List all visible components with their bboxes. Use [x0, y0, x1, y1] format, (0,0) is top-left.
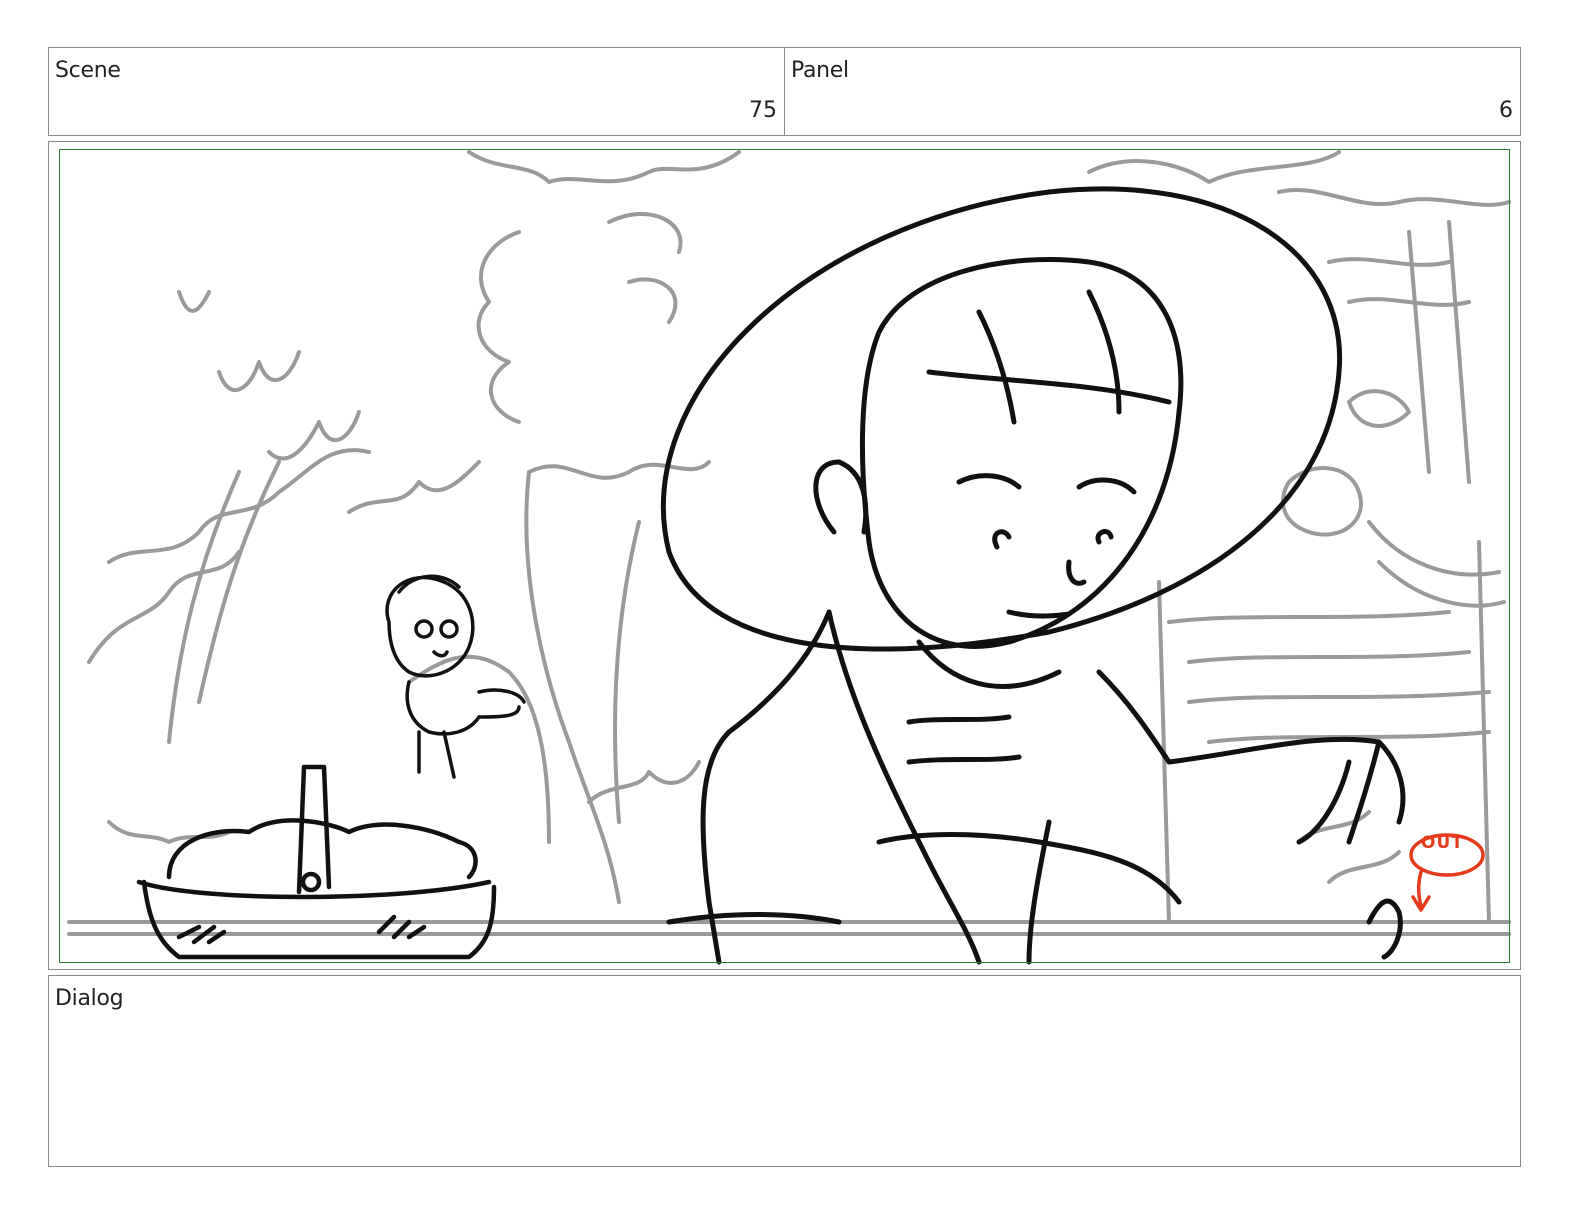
- scene-number: 75: [749, 98, 777, 123]
- dialog-label: Dialog: [55, 986, 124, 1011]
- safe-area-border: [59, 149, 1510, 963]
- scene-field: Scene 75: [48, 47, 785, 136]
- scene-label: Scene: [55, 58, 121, 83]
- out-annotation: OUT: [1421, 833, 1464, 853]
- panel-field: Panel 6: [784, 47, 1521, 136]
- storyboard-frame: OUT: [48, 141, 1521, 970]
- panel-number: 6: [1499, 98, 1513, 123]
- panel-label: Panel: [791, 58, 849, 83]
- dialog-field[interactable]: Dialog: [48, 975, 1521, 1167]
